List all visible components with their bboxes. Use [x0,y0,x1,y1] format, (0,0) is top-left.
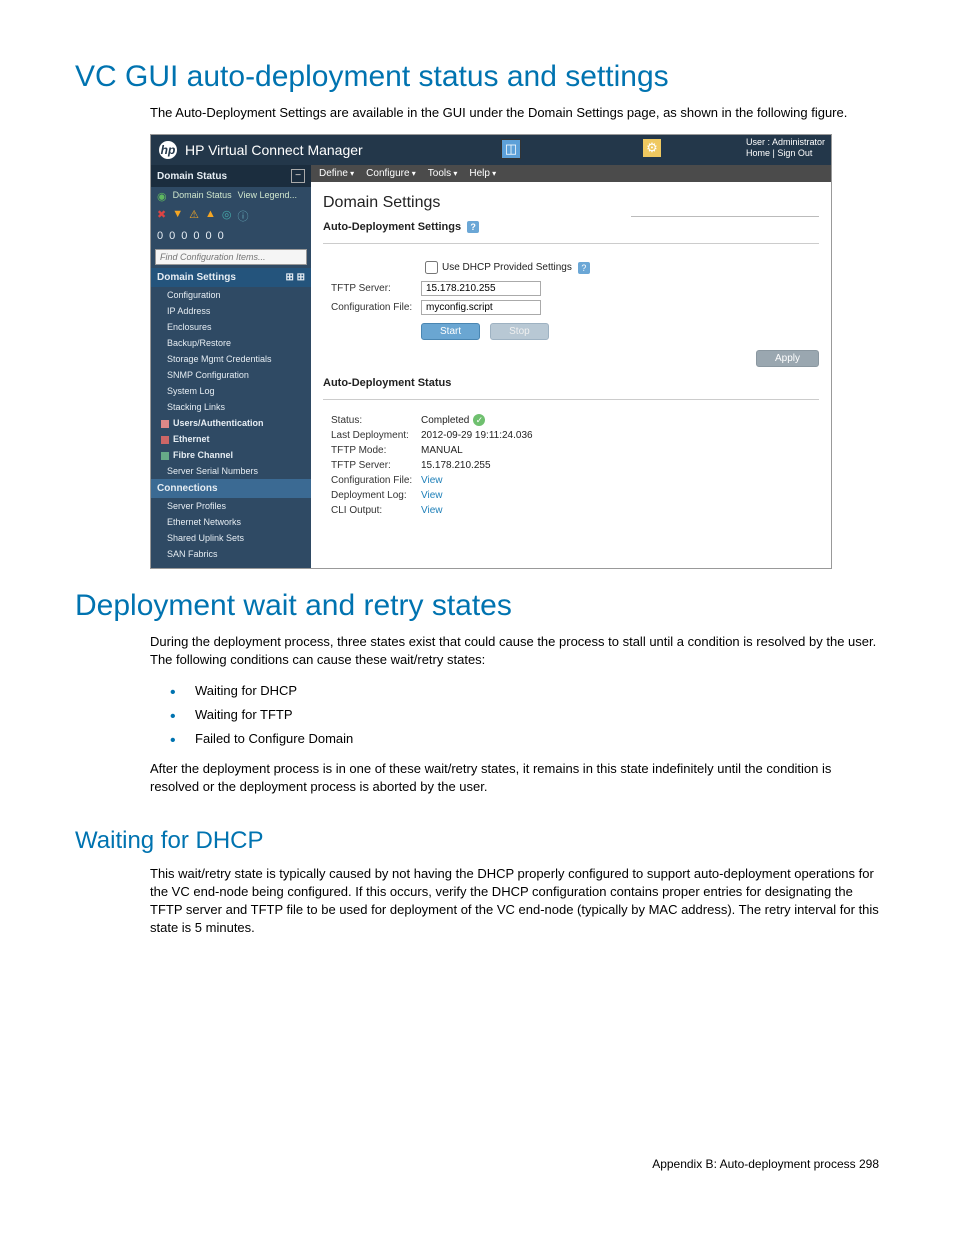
menu-tools[interactable]: Tools [428,168,458,179]
home-link[interactable]: Home [746,148,770,158]
stop-button[interactable]: Stop [490,323,549,340]
expand-icons: ⊞ ⊞ [285,272,305,283]
intro-paragraph: The Auto-Deployment Settings are availab… [150,104,879,122]
config-file-label: Configuration File: [331,302,421,313]
auto-deployment-status-title: Auto-Deployment Status [311,373,831,393]
sidebar-item-ethernet[interactable]: Ethernet [151,431,311,447]
sidebar-item-server-profiles[interactable]: Server Profiles [151,498,311,514]
tftp-mode-label: TFTP Mode: [331,445,421,456]
sidebar-item-configuration[interactable]: Configuration [151,287,311,303]
app-titlebar: hp HP Virtual Connect Manager ◫ ⚙ User :… [151,135,831,165]
sidebar-domain-status-header: Domain Status − [151,165,311,187]
sidebar-item-storage-mgmt[interactable]: Storage Mgmt Credentials [151,351,311,367]
status-count-row: 000000 [151,228,311,246]
wait-retry-intro: During the deployment process, three sta… [150,633,879,669]
status-icon-row: ✖ ▼ ⚠ ▲ ◎ ⓘ [151,206,311,228]
collapse-icon[interactable]: − [291,169,305,183]
tftp-server-label: TFTP Server: [331,283,421,294]
sidebar-item-users-auth[interactable]: Users/Authentication [151,415,311,431]
sidebar-item-ip-address[interactable]: IP Address [151,303,311,319]
sidebar-item-ethernet-networks[interactable]: Ethernet Networks [151,514,311,530]
sidebar-item-shared-uplink[interactable]: Shared Uplink Sets [151,530,311,546]
menu-configure[interactable]: Configure [366,168,416,179]
help-icon[interactable]: ? [578,262,590,274]
sidebar-item-system-log[interactable]: System Log [151,383,311,399]
config-file-view-link[interactable]: View [421,475,443,486]
titlebar-osd-icon: ◫ [501,139,521,159]
bullet-failed: Failed to Configure Domain [170,730,879,748]
use-dhcp-checkbox[interactable] [425,261,438,274]
warning-icon: ▲ [205,208,216,224]
user-box: User : Administrator Home | Sign Out [746,137,825,159]
apply-button[interactable]: Apply [756,350,819,367]
cli-output-view-link[interactable]: View [421,505,443,516]
sidebar-item-enclosures[interactable]: Enclosures [151,319,311,335]
signout-link[interactable]: Sign Out [777,148,812,158]
sidebar-connections-header[interactable]: Connections [151,479,311,498]
status-ok-icon: ◉ [157,190,167,203]
config-file2-label: Configuration File: [331,475,421,486]
sidebar-item-fibre-channel[interactable]: Fibre Channel [151,447,311,463]
status-value: Completed [421,415,469,426]
deployment-log-view-link[interactable]: View [421,490,443,501]
heading-wait-retry: Deployment wait and retry states [75,589,879,623]
sidebar-domain-settings-header[interactable]: Domain Settings ⊞ ⊞ [151,268,311,287]
wait-retry-bullets: Waiting for DHCP Waiting for TFTP Failed… [170,682,879,749]
app-title: HP Virtual Connect Manager [185,142,363,158]
main-panel: Define Configure Tools Help Domain Setti… [311,165,831,568]
heading-waiting-dhcp: Waiting for DHCP [75,827,879,855]
sidebar-item-backup-restore[interactable]: Backup/Restore [151,335,311,351]
check-ok-icon: ✓ [473,414,485,426]
auto-deployment-settings-title: Auto-Deployment Settings ? [311,217,831,237]
screenshot-figure: hp HP Virtual Connect Manager ◫ ⚙ User :… [150,134,832,569]
config-file-input[interactable] [421,300,541,315]
view-legend-link[interactable]: View Legend... [238,190,297,203]
titlebar-cert-icon: ⚙ [643,139,661,157]
funnel-icon: ▼ [172,208,183,224]
last-deployment-value: 2012-09-29 19:11:24.036 [421,430,533,441]
deployment-log-label: Deployment Log: [331,490,421,501]
last-deployment-label: Last Deployment: [331,430,421,441]
waiting-dhcp-paragraph: This wait/retry state is typically cause… [150,865,879,938]
menu-define[interactable]: Define [319,168,354,179]
tftp-server2-value: 15.178.210.255 [421,460,491,471]
info-icon: ⓘ [237,208,248,224]
heading-1: VC GUI auto-deployment status and settin… [75,60,879,94]
ok-icon: ◎ [222,208,232,224]
tftp-mode-value: MANUAL [421,445,463,456]
cli-output-label: CLI Output: [331,505,421,516]
user-line: User : Administrator [746,137,825,148]
tftp-server2-label: TFTP Server: [331,460,421,471]
search-input[interactable] [155,249,307,265]
sidebar: Domain Status − ◉ Domain Status View Leg… [151,165,311,568]
bullet-dhcp: Waiting for DHCP [170,682,879,700]
alert-icon: ⚠ [189,208,199,224]
domain-status-link[interactable]: Domain Status [173,190,232,203]
sidebar-item-serial-numbers[interactable]: Server Serial Numbers [151,463,311,479]
sidebar-item-snmp[interactable]: SNMP Configuration [151,367,311,383]
error-icon: ✖ [157,208,166,224]
bullet-tftp: Waiting for TFTP [170,706,879,724]
start-button[interactable]: Start [421,323,480,340]
sidebar-item-san-fabrics[interactable]: SAN Fabrics [151,546,311,562]
status-label: Status: [331,415,421,426]
page-title: Domain Settings [311,182,831,216]
menubar: Define Configure Tools Help [311,165,831,182]
sidebar-item-stacking-links[interactable]: Stacking Links [151,399,311,415]
hp-logo-icon: hp [159,141,177,159]
wait-retry-after: After the deployment process is in one o… [150,760,879,796]
tftp-server-input[interactable] [421,281,541,296]
menu-help[interactable]: Help [469,168,496,179]
page-footer: Appendix B: Auto-deployment process 298 [75,1157,879,1171]
use-dhcp-label: Use DHCP Provided Settings [442,262,572,273]
help-icon[interactable]: ? [467,221,479,233]
